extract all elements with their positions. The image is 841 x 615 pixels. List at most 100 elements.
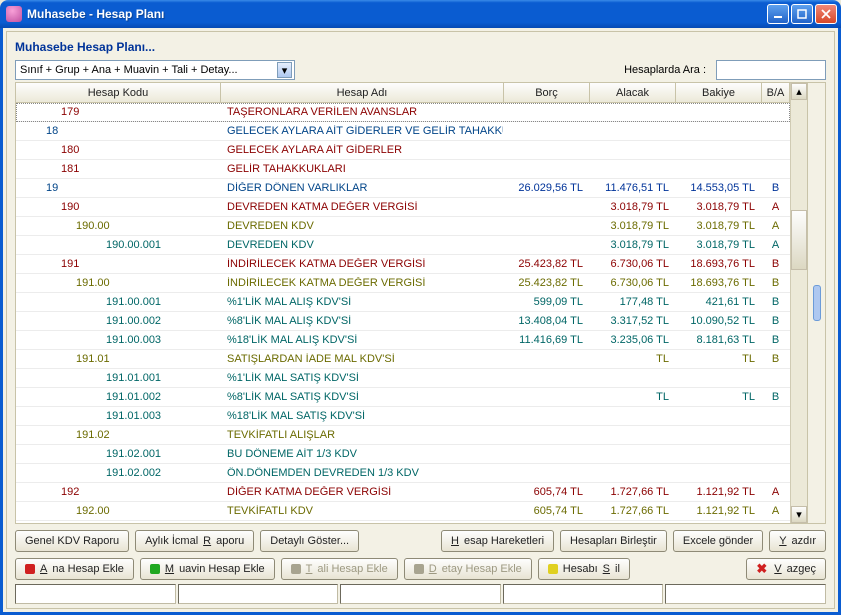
- cell-code: 191.00.002: [16, 315, 221, 327]
- col-header-ba[interactable]: B/A: [762, 83, 790, 102]
- ana-hesap-ekle-button[interactable]: Ana Hesap Ekle: [15, 558, 134, 580]
- statusbar-cell: [15, 584, 176, 604]
- table-row[interactable]: 179TAŞERONLARA VERİLEN AVANSLAR: [16, 103, 790, 122]
- detayli-goster-button[interactable]: Detaylı Göster...: [260, 530, 359, 552]
- panel-title: Muhasebe Hesap Planı...: [15, 40, 826, 54]
- table-row[interactable]: 192.00TEVKİFATLI KDV605,74 TL1.727,66 TL…: [16, 502, 790, 521]
- hesaplari-birlestir-button[interactable]: Hesapları Birleştir: [560, 530, 667, 552]
- scroll-thumb[interactable]: [791, 210, 807, 270]
- scroll-up-icon[interactable]: ▴: [791, 83, 807, 100]
- cell-alacak: 11.476,51 TL: [590, 182, 676, 194]
- red-square-icon: [25, 564, 35, 574]
- table-row[interactable]: 192DİĞER KATMA DEĞER VERGİSİ605,74 TL1.7…: [16, 483, 790, 502]
- table-row[interactable]: 181GELİR TAHAKKUKLARI: [16, 160, 790, 179]
- cell-alacak: 1.727,66 TL: [590, 505, 676, 517]
- cell-name: DEVREDEN KDV: [221, 220, 504, 232]
- scroll-down-icon[interactable]: ▾: [791, 506, 807, 523]
- table-row[interactable]: 191.01SATIŞLARDAN İADE MAL KDV'SİTLTLB: [16, 350, 790, 369]
- app-icon: [6, 6, 22, 22]
- table-body: 179TAŞERONLARA VERİLEN AVANSLAR18GELECEK…: [16, 103, 790, 523]
- titlebar: Muhasebe - Hesap Planı: [0, 0, 841, 28]
- yazdir-button[interactable]: Yazdır: [769, 530, 826, 552]
- col-header-borc[interactable]: Borç: [504, 83, 590, 102]
- table-row[interactable]: 191.00.002%8'LİK MAL ALIŞ KDV'Sİ13.408,0…: [16, 312, 790, 331]
- excele-gonder-button[interactable]: Excele gönder: [673, 530, 763, 552]
- scroll-track[interactable]: [791, 100, 807, 506]
- cell-code: 191: [16, 258, 221, 270]
- statusbar-cell: [665, 584, 826, 604]
- hesabi-sil-button[interactable]: Hesabı Sil: [538, 558, 630, 580]
- table-row[interactable]: 191.00İNDİRİLECEK KATMA DEĞER VERGİSİ25.…: [16, 274, 790, 293]
- table-row[interactable]: 180GELECEK AYLARA AİT GİDERLER: [16, 141, 790, 160]
- cell-code: 191.00.003: [16, 334, 221, 346]
- cell-ba: A: [762, 239, 790, 251]
- cell-alacak: 3.018,79 TL: [590, 239, 676, 251]
- cell-borc: 11.416,69 TL: [504, 334, 590, 346]
- cell-bakiye: 8.181,63 TL: [676, 334, 762, 346]
- table-row[interactable]: 191.01.003%18'LİK MAL SATIŞ KDV'Sİ: [16, 407, 790, 426]
- col-header-alacak[interactable]: Alacak: [590, 83, 676, 102]
- table-row[interactable]: 190DEVREDEN KATMA DEĞER VERGİSİ3.018,79 …: [16, 198, 790, 217]
- close-button[interactable]: [815, 4, 837, 24]
- cell-code: 191.01: [16, 353, 221, 365]
- table-row[interactable]: 191.00.001%1'LİK MAL ALIŞ KDV'Sİ599,09 T…: [16, 293, 790, 312]
- cell-name: GELECEK AYLARA AİT GİDERLER: [221, 144, 504, 156]
- col-header-code[interactable]: Hesap Kodu: [16, 83, 221, 102]
- search-input[interactable]: [716, 60, 826, 80]
- table-row[interactable]: 191.01.002%8'LİK MAL SATIŞ KDV'SİTLTLB: [16, 388, 790, 407]
- cell-code: 191.01.002: [16, 391, 221, 403]
- cell-bakiye: 3.018,79 TL: [676, 220, 762, 232]
- cell-name: GELİR TAHAKKUKLARI: [221, 163, 504, 175]
- cell-name: %1'LİK MAL SATIŞ KDV'Sİ: [221, 372, 504, 384]
- vazgec-button[interactable]: ✖Vazgeç: [746, 558, 826, 580]
- cell-borc: 26.029,56 TL: [504, 182, 590, 194]
- cell-code: 181: [16, 163, 221, 175]
- cell-ba: A: [762, 505, 790, 517]
- cell-name: %18'LİK MAL SATIŞ KDV'Sİ: [221, 410, 504, 422]
- table-row[interactable]: 18GELECEK AYLARA AİT GİDERLER VE GELİR T…: [16, 122, 790, 141]
- col-header-bakiye[interactable]: Bakiye: [676, 83, 762, 102]
- table-row[interactable]: 191İNDİRİLECEK KATMA DEĞER VERGİSİ25.423…: [16, 255, 790, 274]
- cell-name: %8'LİK MAL SATIŞ KDV'Sİ: [221, 391, 504, 403]
- genel-kdv-raporu-button[interactable]: Genel KDV Raporu: [15, 530, 129, 552]
- table-row[interactable]: 19DİĞER DÖNEN VARLIKLAR26.029,56 TL11.47…: [16, 179, 790, 198]
- cell-ba: B: [762, 182, 790, 194]
- cell-ba: B: [762, 277, 790, 289]
- cell-name: İNDİRİLECEK KATMA DEĞER VERGİSİ: [221, 277, 504, 289]
- cell-bakiye: 1.121,92 TL: [676, 486, 762, 498]
- cell-borc: 13.408,04 TL: [504, 315, 590, 327]
- grouping-dropdown-label: Sınıf + Grup + Ana + Muavin + Tali + Det…: [20, 64, 277, 76]
- minimap-gutter: [807, 83, 825, 523]
- cell-borc: 599,09 TL: [504, 296, 590, 308]
- table-row[interactable]: 191.01.001%1'LİK MAL SATIŞ KDV'Sİ: [16, 369, 790, 388]
- hesap-hareketleri-button[interactable]: Hesap Hareketleri: [441, 530, 554, 552]
- cell-code: 191.00: [16, 277, 221, 289]
- aylik-icmal-raporu-button[interactable]: Aylık İcmal Raporu: [135, 530, 254, 552]
- cell-ba: B: [762, 353, 790, 365]
- green-square-icon: [150, 564, 160, 574]
- table-row[interactable]: 191.02.002ÖN.DÖNEMDEN DEVREDEN 1/3 KDV: [16, 464, 790, 483]
- minimize-button[interactable]: [767, 4, 789, 24]
- cell-alacak: TL: [590, 391, 676, 403]
- table-row[interactable]: 190.00.001DEVREDEN KDV3.018,79 TL3.018,7…: [16, 236, 790, 255]
- detay-hesap-ekle-button: Detay Hesap Ekle: [404, 558, 532, 580]
- cell-code: 190.00.001: [16, 239, 221, 251]
- table-row[interactable]: 191.02TEVKİFATLI ALIŞLAR: [16, 426, 790, 445]
- grouping-dropdown[interactable]: Sınıf + Grup + Ana + Muavin + Tali + Det…: [15, 60, 295, 80]
- muavin-hesap-ekle-button[interactable]: Muavin Hesap Ekle: [140, 558, 275, 580]
- table-header: Hesap Kodu Hesap Adı Borç Alacak Bakiye …: [16, 83, 790, 103]
- table-row[interactable]: 191.02.001BU DÖNEME AİT 1/3 KDV: [16, 445, 790, 464]
- cell-alacak: 6.730,06 TL: [590, 258, 676, 270]
- cell-code: 190.00: [16, 220, 221, 232]
- search-label: Hesaplarda Ara :: [624, 64, 706, 76]
- vertical-scrollbar[interactable]: ▴ ▾: [790, 83, 807, 523]
- cell-borc: 25.423,82 TL: [504, 258, 590, 270]
- col-header-name[interactable]: Hesap Adı: [221, 83, 504, 102]
- table-row[interactable]: 191.00.003%18'LİK MAL ALIŞ KDV'Sİ11.416,…: [16, 331, 790, 350]
- cell-name: GELECEK AYLARA AİT GİDERLER VE GELİR TAH…: [221, 125, 504, 137]
- maximize-button[interactable]: [791, 4, 813, 24]
- table-row[interactable]: 190.00DEVREDEN KDV3.018,79 TL3.018,79 TL…: [16, 217, 790, 236]
- cell-name: %18'LİK MAL ALIŞ KDV'Sİ: [221, 334, 504, 346]
- cell-ba: A: [762, 220, 790, 232]
- cell-ba: B: [762, 334, 790, 346]
